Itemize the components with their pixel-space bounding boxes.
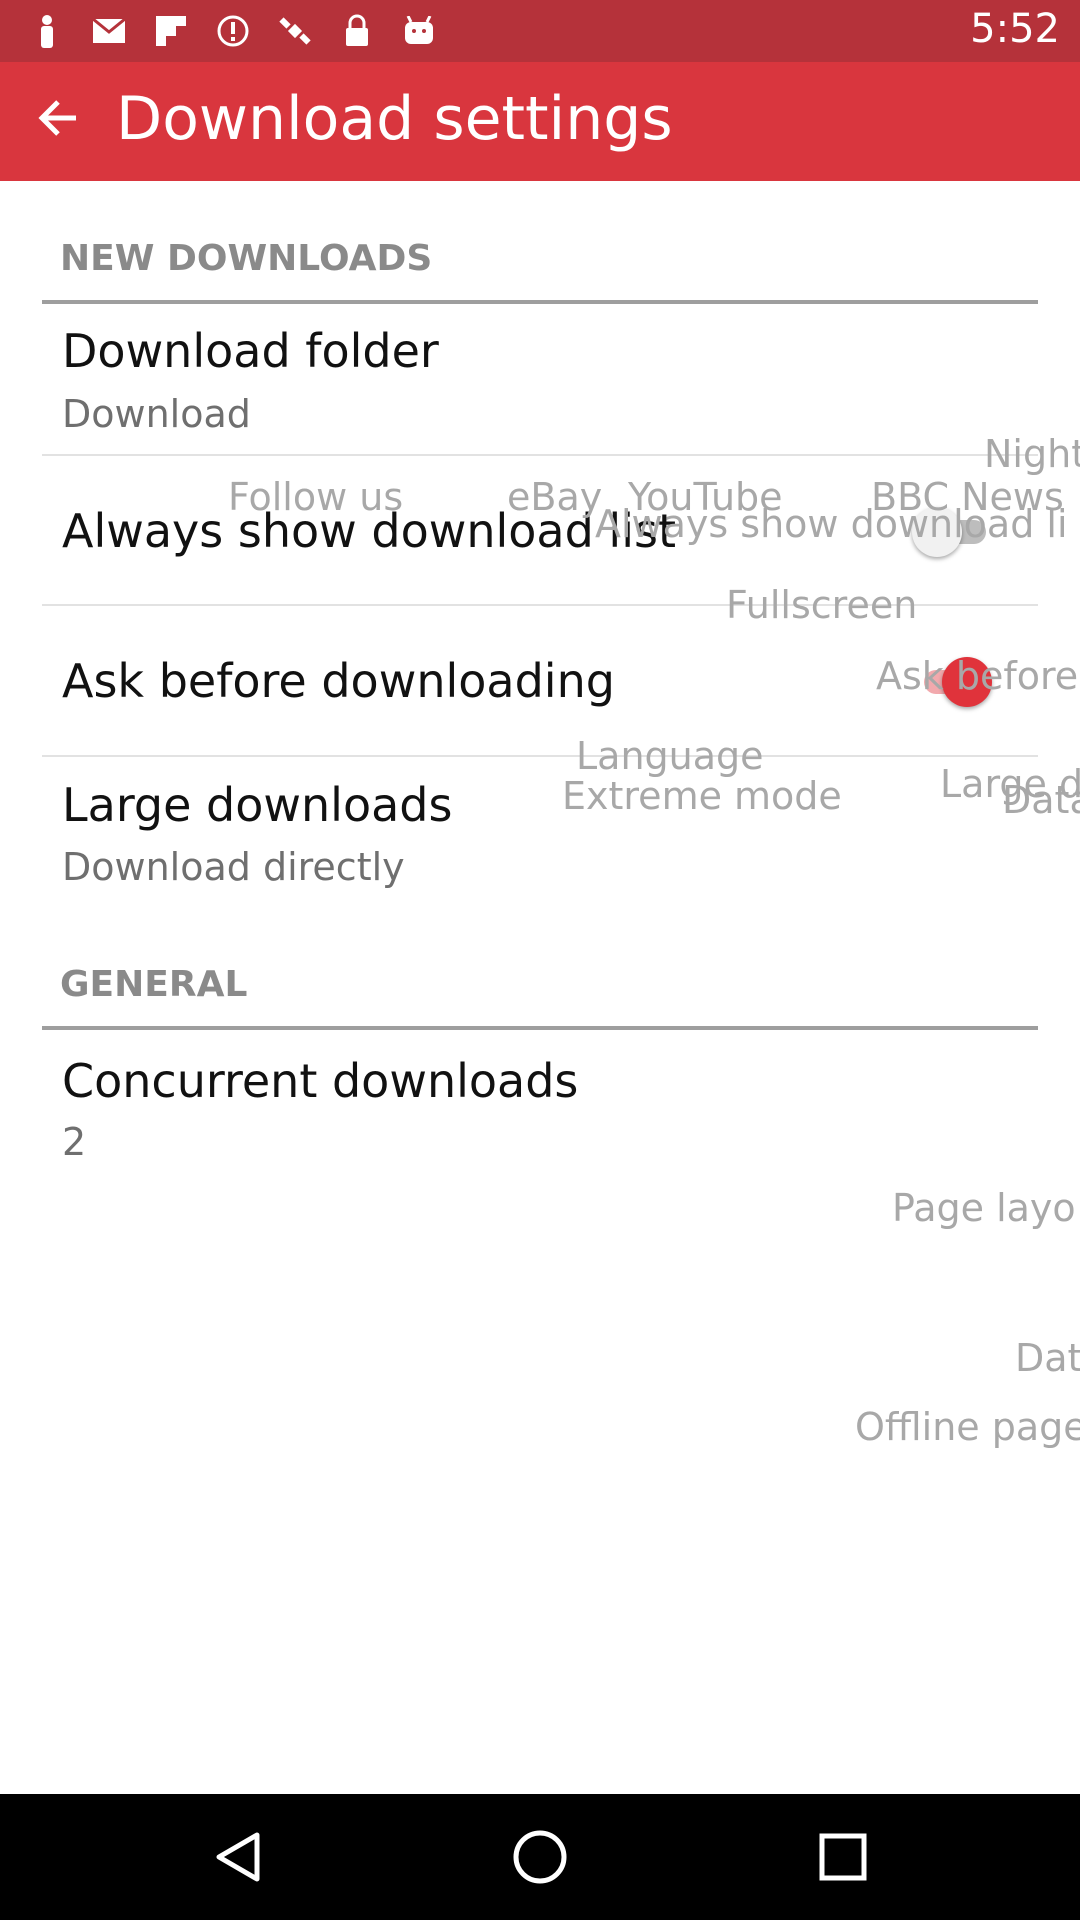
setting-subtitle: Download [62,392,251,436]
section-divider [42,1026,1038,1030]
clock: 5:52 [970,6,1060,52]
ghost-language-label: Language [576,734,764,778]
arrow-left-icon [38,100,76,136]
back-button[interactable] [28,88,88,148]
setting-title: Concurrent downloads [62,1054,579,1108]
app-bar: Download settings [0,62,1080,181]
nav-back-button[interactable] [197,1817,277,1897]
ghost-dat-label: Dat [1015,1336,1080,1380]
setting-subtitle: Download directly [62,845,405,889]
ghost-night-label: Night [984,432,1080,476]
nav-home-button[interactable] [500,1817,580,1897]
recents-square-icon [819,1833,867,1881]
row-divider [42,755,1038,757]
person-icon [30,14,64,48]
ghost-follow-us-label: Follow us [228,475,404,519]
satellite-icon [278,14,312,48]
section-header-general: GENERAL [60,964,248,1005]
lock-icon [340,14,374,48]
row-divider [42,454,1038,456]
ghost-offline-label: Offline page [855,1405,1080,1449]
flipboard-icon [154,14,188,48]
page-title: Download settings [116,84,673,154]
ghost-data-label: Data [1002,778,1080,822]
ghost-extreme-mode-label: Extreme mode [562,774,842,818]
ghost-page-layout-label: Page layo [892,1186,1076,1230]
ghost-fullscreen-label: Fullscreen [726,583,918,627]
setting-title: Large downloads [62,778,453,832]
navigation-bar [0,1794,1080,1920]
status-bar: 5:52 [0,0,1080,62]
nav-recents-button[interactable] [803,1817,883,1897]
mail-icon [92,14,126,48]
section-header-new-downloads: NEW DOWNLOADS [60,238,433,279]
setting-title: Download folder [62,324,439,378]
setting-subtitle: 2 [62,1120,87,1164]
status-icons [30,0,436,62]
section-divider [42,300,1038,304]
back-triangle-icon [216,1832,260,1882]
android-icon [402,14,436,48]
ghost-ebay-label: eBay [507,475,603,519]
alert-icon [216,14,250,48]
ghost-always-show-label: Always show download li [595,502,1068,546]
ghost-ask-before-label: Ask before [876,654,1079,698]
setting-title: Ask before downloading [62,654,615,708]
home-circle-icon [513,1830,567,1884]
